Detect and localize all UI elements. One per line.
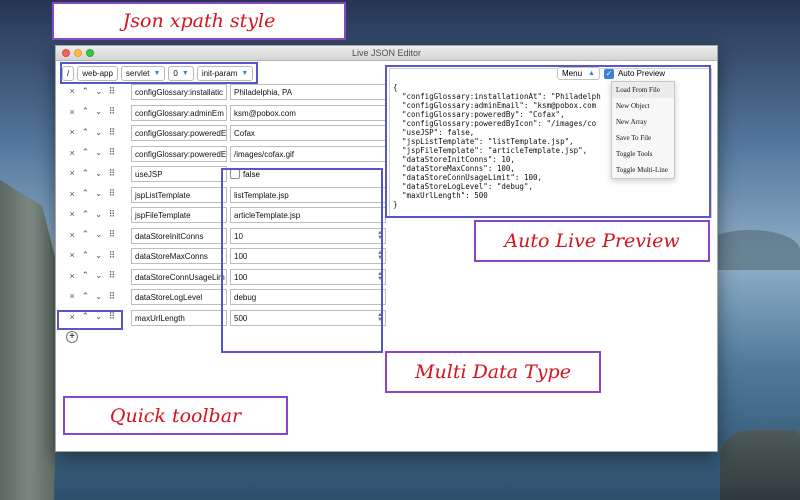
close-icon[interactable]: ×	[68, 148, 76, 158]
close-icon[interactable]: ×	[68, 107, 76, 117]
desktop-rock	[720, 430, 800, 500]
chevron-up-icon[interactable]: ⌃	[81, 270, 90, 281]
drag-handle-icon[interactable]: ⠿	[108, 106, 116, 117]
row-toolbar: × ⌃ ⌄ ⠿	[68, 289, 116, 303]
row-toolbar: × ⌃ ⌄ ⠿	[68, 125, 116, 139]
chevron-up-icon[interactable]: ⌃	[81, 147, 90, 158]
value-text: Cofax	[234, 129, 255, 138]
close-icon[interactable]: ×	[68, 209, 76, 219]
key-field[interactable]: dataStoreConnUsageLim	[131, 268, 227, 285]
key-field[interactable]: dataStoreLogLevel	[131, 289, 227, 305]
key-field[interactable]: configGlossary:installatic	[131, 84, 227, 100]
key-field[interactable]: useJSP	[131, 166, 227, 182]
row-toolbar: × ⌃ ⌄ ⠿	[68, 166, 116, 180]
row-toolbar: × ⌃ ⌄ ⠿	[68, 84, 116, 98]
close-icon[interactable]: ×	[68, 168, 76, 178]
drag-handle-icon[interactable]: ⠿	[108, 209, 116, 220]
highlight-preview	[385, 65, 711, 218]
drag-handle-icon[interactable]: ⠿	[108, 270, 116, 281]
close-icon[interactable]: ×	[68, 86, 76, 96]
highlight-values	[221, 168, 383, 353]
close-icon[interactable]: ×	[68, 271, 76, 281]
close-icon[interactable]: ×	[68, 250, 76, 260]
chevron-up-icon[interactable]: ⌃	[81, 188, 90, 199]
chevron-down-icon[interactable]: ⌄	[95, 147, 103, 158]
chevron-down-icon[interactable]: ⌄	[95, 86, 103, 97]
value-text: ksm@pobox.com	[234, 108, 296, 118]
row-toolbar: × ⌃ ⌄ ⠿	[68, 248, 116, 262]
chevron-down-icon[interactable]: ⌄	[95, 127, 103, 138]
chevron-up-icon[interactable]: ⌃	[81, 127, 90, 138]
value-field[interactable]: Cofax	[230, 125, 386, 141]
row-toolbar: × ⌃ ⌄ ⠿	[68, 187, 116, 201]
drag-handle-icon[interactable]: ⠿	[108, 127, 116, 138]
chevron-up-icon[interactable]: ⌃	[81, 291, 90, 302]
chevron-down-icon[interactable]: ⌄	[95, 106, 103, 117]
chevron-down-icon[interactable]: ⌄	[95, 270, 103, 281]
chevron-down-icon[interactable]: ⌄	[95, 291, 103, 302]
row-toolbar: × ⌃ ⌄ ⠿	[68, 105, 116, 119]
key-field[interactable]: jspFileTemplate	[131, 207, 227, 223]
highlight-path-bar	[60, 62, 258, 84]
drag-handle-icon[interactable]: ⠿	[108, 86, 116, 97]
close-icon[interactable]: ×	[68, 230, 76, 240]
drag-handle-icon[interactable]: ⠿	[108, 250, 116, 261]
chevron-down-icon[interactable]: ⌄	[95, 229, 103, 240]
chevron-up-icon[interactable]: ⌃	[81, 106, 90, 117]
chevron-up-icon[interactable]: ⌃	[81, 250, 90, 261]
chevron-up-icon[interactable]: ⌃	[81, 209, 90, 220]
key-field[interactable]: maxUrlLength	[131, 309, 227, 326]
drag-handle-icon[interactable]: ⠿	[108, 168, 116, 179]
window-title: Live JSON Editor	[351, 48, 422, 58]
chevron-down-icon[interactable]: ⌄	[95, 209, 103, 220]
row-toolbar: × ⌃ ⌄ ⠿	[68, 207, 116, 221]
chevron-down-icon[interactable]: ⌄	[95, 188, 103, 199]
chevron-up-icon[interactable]: ⌃	[81, 229, 90, 240]
value-field[interactable]: /images/cofax.gif	[230, 145, 386, 162]
chevron-up-icon[interactable]: ⌃	[81, 86, 90, 97]
row-toolbar: × ⌃ ⌄ ⠿	[68, 269, 116, 283]
callout-quick-toolbar: Quick toolbar	[63, 396, 288, 435]
key-field[interactable]: dataStoreMaxConns	[131, 248, 227, 264]
drag-handle-icon[interactable]: ⠿	[108, 291, 116, 302]
close-icon[interactable]: ×	[68, 291, 76, 301]
key-field[interactable]: configGlossary:poweredE	[131, 125, 227, 141]
value-text: Philadelphia, PA	[234, 88, 293, 97]
callout-multi-type: Multi Data Type	[385, 351, 601, 393]
row-toolbar: × ⌃ ⌄ ⠿	[68, 228, 116, 242]
drag-handle-icon[interactable]: ⠿	[108, 147, 116, 158]
chevron-down-icon[interactable]: ⌄	[95, 168, 103, 179]
key-field[interactable]: configGlossary:adminEm	[131, 104, 227, 121]
key-field[interactable]: jspListTemplate	[131, 186, 227, 203]
drag-handle-icon[interactable]: ⠿	[108, 229, 116, 240]
key-field[interactable]: configGlossary:poweredE	[131, 145, 227, 162]
chevron-up-icon[interactable]: ⌃	[81, 168, 90, 179]
chevron-down-icon[interactable]: ⌄	[95, 250, 103, 261]
callout-auto-preview: Auto Live Preview	[474, 220, 710, 262]
value-field[interactable]: Philadelphia, PA	[230, 84, 386, 100]
value-field[interactable]: ksm@pobox.com	[230, 104, 386, 121]
key-field[interactable]: dataStoreInitConns	[131, 227, 227, 244]
title-bar: Live JSON Editor	[56, 46, 717, 61]
close-icon[interactable]: ×	[68, 127, 76, 137]
value-text: /images/cofax.gif	[234, 149, 295, 159]
close-icon[interactable]: ×	[68, 189, 76, 199]
add-row-button[interactable]: +	[66, 331, 78, 343]
callout-json-xpath: Json xpath style	[52, 2, 346, 40]
highlight-row-toolbar	[57, 310, 123, 330]
row-toolbar: × ⌃ ⌄ ⠿	[68, 146, 116, 160]
drag-handle-icon[interactable]: ⠿	[108, 188, 116, 199]
